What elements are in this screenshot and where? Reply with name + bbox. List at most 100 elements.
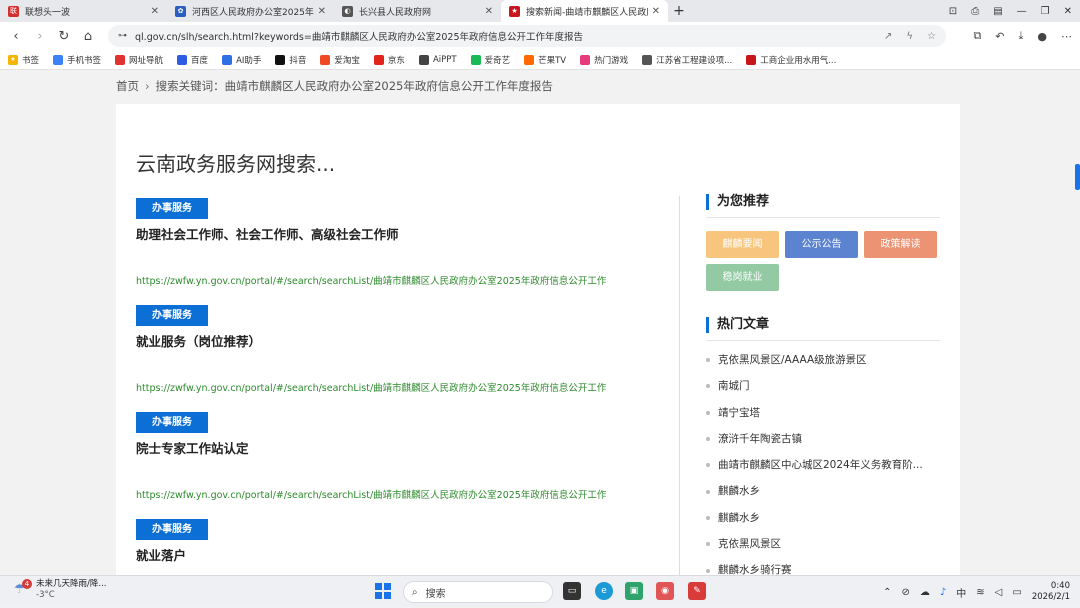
result-title[interactable]: 就业落户 [136, 545, 656, 564]
weather-temperature: -3°C [36, 590, 55, 600]
bookmark-item[interactable]: 网址导航 [115, 54, 163, 66]
hot-article-item[interactable]: 靖宁宝塔 [706, 400, 940, 426]
home-icon[interactable]: ⌂ [76, 29, 100, 44]
share-icon[interactable]: ↗ [884, 31, 892, 42]
baidu-icon [177, 54, 188, 65]
tab-favicon-icon: ✿ [175, 5, 186, 17]
result-item: 办事服务 就业服务（岗位推荐） https://zwfw.yn.gov.cn/p… [136, 303, 656, 410]
search-icon: ⌕ [412, 586, 418, 598]
close-tab-icon[interactable]: ✕ [318, 6, 326, 17]
reload-icon[interactable]: ↻ [52, 29, 76, 44]
scrollbar-thumb[interactable] [1075, 164, 1080, 190]
windows-start-icon[interactable] [375, 583, 391, 599]
bookmark-item[interactable]: AiPPT [418, 54, 457, 65]
bookmark-item[interactable]: 工商企业用水用气... [746, 54, 836, 66]
lightning-icon[interactable]: ϟ [906, 31, 913, 42]
bookmark-item[interactable]: 爱淘宝 [320, 54, 360, 66]
result-link[interactable]: https://zwfw.yn.gov.cn/portal/#/search/s… [136, 273, 656, 287]
browser-tab-active[interactable]: ★ 搜索新闻-曲靖市麒麟区人民政府 ✕ [501, 0, 668, 22]
bookmark-item[interactable]: 热门游戏 [580, 54, 628, 66]
tab-search-icon[interactable]: ⊡ [949, 6, 957, 17]
download-icon[interactable]: ⤓ [1019, 29, 1024, 43]
extensions-icon[interactable]: ⧉ [973, 29, 981, 43]
bookmark-item[interactable]: 抖音 [275, 54, 306, 66]
print-icon[interactable]: ⎙ [971, 6, 979, 17]
url-text[interactable]: ql.gov.cn/slh/search.html?keywords=曲靖市麒麟… [135, 29, 583, 43]
browser-tab[interactable]: 联联想头一波 ✕ [0, 0, 167, 22]
hot-article-item[interactable]: 麒麟水乡 [706, 478, 940, 504]
result-title[interactable]: 院士专家工作站认定 [136, 438, 656, 457]
hot-article-item[interactable]: 麒麟水乡 [706, 505, 940, 531]
battery-icon[interactable]: ▭ [1012, 587, 1021, 598]
history-icon[interactable]: ↶ [995, 30, 1004, 43]
hot-article-item[interactable]: 潦浒千年陶瓷古镇 [706, 426, 940, 452]
close-tab-icon[interactable]: ✕ [151, 6, 159, 17]
bookmark-item[interactable]: ★ 书签 [8, 54, 39, 66]
tool-app-icon[interactable]: ✎ [688, 582, 706, 600]
bookmark-item[interactable]: 百度 [177, 54, 208, 66]
menu-icon[interactable]: ⋯ [1061, 30, 1072, 43]
hot-articles-heading: 热门文章 [706, 317, 940, 333]
bullet-icon [706, 463, 710, 468]
tag-policy-interpretation[interactable]: 政策解读 [864, 231, 937, 258]
bookmark-star-icon[interactable]: ☆ [927, 31, 936, 42]
hot-article-item[interactable]: 克依黑风景区/AAAA级旅游景区 [706, 347, 940, 373]
bullet-icon [706, 542, 710, 547]
result-link[interactable]: https://zwfw.yn.gov.cn/portal/#/search/s… [136, 380, 656, 394]
tag-announcements[interactable]: 公示公告 [785, 231, 858, 258]
minimize-button[interactable]: — [1017, 6, 1027, 17]
profile-avatar-icon[interactable]: ● [1037, 30, 1047, 43]
browser-tab[interactable]: ◐ 长兴县人民政府网 ✕ [334, 0, 501, 22]
taskbar-search[interactable]: ⌕ 搜索 [403, 581, 553, 603]
bookmark-item[interactable]: AI助手 [222, 54, 261, 66]
site-info-icon[interactable]: ⊶ [118, 31, 127, 41]
volume-icon[interactable]: ◁ [995, 587, 1003, 598]
new-tab-button[interactable]: + [668, 0, 690, 22]
wechat-icon[interactable]: ◉ [656, 582, 674, 600]
tag-stable-employment[interactable]: 稳岗就业 [706, 264, 779, 291]
network-off-icon[interactable]: ⊘ [901, 587, 909, 598]
forward-icon[interactable]: › [28, 29, 52, 44]
wifi-icon[interactable]: ≋ [976, 587, 984, 598]
tab-favicon-icon: 联 [8, 5, 19, 17]
result-link[interactable]: https://zwfw.yn.gov.cn/portal/#/search/s… [136, 487, 656, 501]
bookmark-item[interactable]: 京东 [373, 54, 405, 66]
bookmark-item[interactable]: 芒果TV [524, 54, 566, 66]
result-item: 办事服务 助理社会工作师、社会工作师、高级社会工作师 https://zwfw.… [136, 196, 656, 303]
close-window-button[interactable]: ✕ [1064, 6, 1072, 17]
ime-indicator[interactable]: 中 [956, 585, 966, 600]
close-tab-icon[interactable]: ✕ [485, 6, 493, 17]
address-bar[interactable]: ⊶ ql.gov.cn/slh/search.html?keywords=曲靖市… [108, 25, 946, 47]
close-tab-icon[interactable]: ✕ [652, 6, 660, 17]
bookmarks-bar: ★ 书签 手机书签 网址导航 百度 AI助手 抖音 爱淘宝 京东 AiPPT 爱奇… [0, 50, 1080, 70]
microphone-icon[interactable]: ♪ [940, 587, 946, 598]
restore-button[interactable]: ❐ [1041, 6, 1050, 17]
bookmark-item[interactable]: 江苏省工程建设项... [642, 54, 732, 66]
hot-article-item[interactable]: 南城门 [706, 373, 940, 399]
chevron-up-icon[interactable]: ⌃ [883, 587, 891, 598]
bookmark-item[interactable]: 手机书签 [53, 54, 101, 66]
clock[interactable]: 0:40 2026/2/1 [1032, 581, 1070, 603]
remote-desktop-icon[interactable]: ▣ [625, 582, 643, 600]
cloud-icon[interactable]: ☁ [920, 587, 930, 598]
sidebar-icon[interactable]: ▤ [993, 6, 1002, 17]
browser-actions: ⧉ ↶ ⤓ ● ⋯ [973, 22, 1072, 50]
result-title[interactable]: 助理社会工作师、社会工作师、高级社会工作师 [136, 224, 656, 243]
weather-widget[interactable]: ☂ 4 未来几天降雨/降... -3°C [14, 579, 106, 601]
file-explorer-icon[interactable]: ▭ [563, 582, 581, 600]
hot-article-item[interactable]: 克依黑风景区 [706, 531, 940, 557]
mango-icon [524, 54, 535, 65]
system-tray: ⌃ ⊘ ☁ ♪ 中 ≋ ◁ ▭ 0:40 2026/2/1 [883, 576, 1070, 608]
back-icon[interactable]: ‹ [4, 29, 28, 44]
result-title[interactable]: 就业服务（岗位推荐） [136, 331, 656, 350]
weather-title: 未来几天降雨/降... [36, 579, 107, 589]
tag-qilin-news[interactable]: 麒麟要闻 [706, 231, 779, 258]
breadcrumb-home-link[interactable]: 首页 [116, 79, 139, 93]
bookmark-item[interactable]: 爱奇艺 [470, 54, 510, 66]
browser-tab[interactable]: ✿ 河西区人民政府办公室2025年政府 ✕ [167, 0, 334, 22]
tab-favicon-icon: ◐ [342, 5, 353, 17]
category-badge: 办事服务 [136, 412, 208, 433]
hot-article-item[interactable]: 麒麟水乡骑行赛 [706, 557, 940, 575]
hot-article-item[interactable]: 曲靖市麒麟区中心城区2024年义务教育阶... [706, 452, 940, 478]
edge-browser-icon[interactable]: e [595, 582, 613, 600]
